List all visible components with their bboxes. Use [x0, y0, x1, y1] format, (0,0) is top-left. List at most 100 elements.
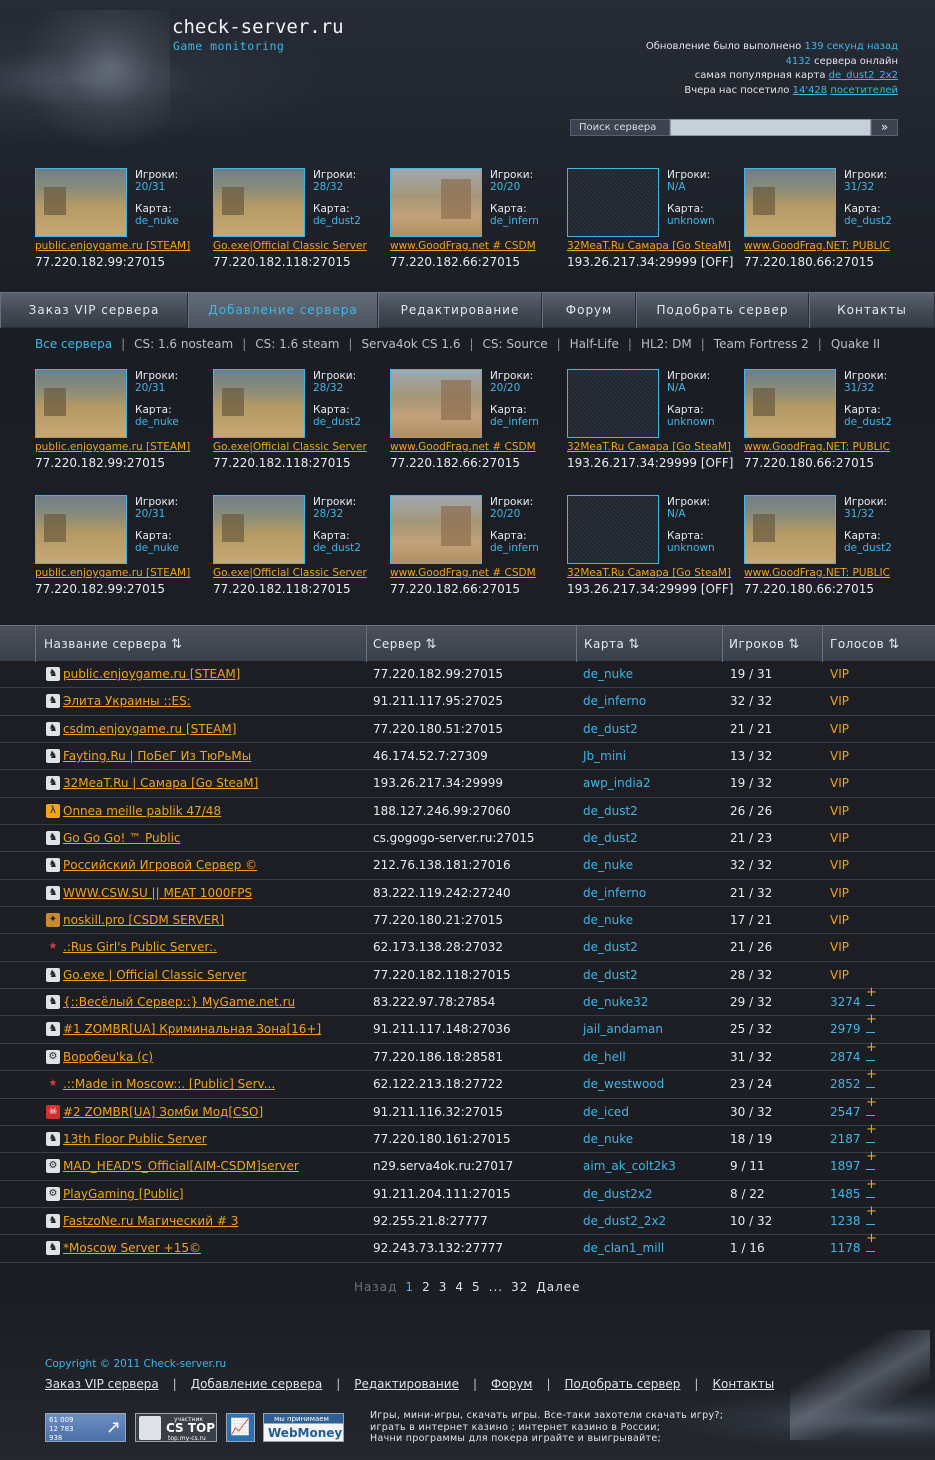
- category-link[interactable]: CS: 1.6 steam: [255, 337, 339, 351]
- table-row[interactable]: ★ .::Made in Moscow::. [Public] Serv... 62…: [0, 1068, 935, 1099]
- server-card[interactable]: Игроки: 31/32 Карта: de_dust2 www.GoodFrag.N…: [744, 168, 914, 280]
- server-name-link[interactable]: Go.exe | Official Classic Server: [63, 962, 246, 989]
- server-name-link[interactable]: Go.exe|Official Classic Server: [213, 240, 388, 252]
- map-thumbnail[interactable]: [744, 168, 836, 237]
- server-card[interactable]: Игроки: 20/20 Карта: de_infern www.GoodFrag.…: [390, 369, 560, 481]
- nav-item[interactable]: Контакты: [809, 293, 935, 328]
- server-card[interactable]: Игроки: 20/20 Карта: de_infern www.GoodFrag.…: [390, 168, 560, 280]
- table-row[interactable]: ♞ Элита Украины ::ES: 91.211.117.95:27025 d…: [0, 688, 935, 716]
- pager-page[interactable]: 2: [422, 1280, 431, 1294]
- footer-link[interactable]: Заказ VIP сервера: [45, 1377, 159, 1391]
- vote-plus-button[interactable]: +: [866, 1068, 877, 1088]
- category-link[interactable]: CS: Source: [483, 337, 548, 351]
- table-row[interactable]: λ Onnea meille pablik 47/48 188.127.246.99…: [0, 798, 935, 826]
- table-row[interactable]: ★ .:Rus Girl's Public Server:. 62.173.138.…: [0, 934, 935, 962]
- server-name-link[interactable]: Элита Украины ::ES:: [63, 688, 191, 715]
- table-row[interactable]: ♞ Fayting.Ru | ПоБеГ Из ТюРьМы 46.174.52.7…: [0, 743, 935, 771]
- vote-plus-button[interactable]: +: [866, 1205, 877, 1225]
- table-row[interactable]: ♞ WWW.CSW.SU || MEAT 1000FPS 83.222.119.24…: [0, 880, 935, 908]
- server-name-link[interactable]: #2 ZOMBR[UA] Зомби Мод[CSO]: [63, 1099, 263, 1126]
- server-name-link[interactable]: www.GoodFrag.net # CSDM: [390, 240, 565, 252]
- nav-item[interactable]: Редактирование: [378, 293, 542, 328]
- server-name-link[interactable]: csdm.enjoygame.ru [STEAM]: [63, 716, 236, 743]
- server-name-link[interactable]: #1 ZOMBR[UA] Криминальная Зона[16+]: [63, 1016, 321, 1043]
- table-row[interactable]: ☠ #2 ZOMBR[UA] Зомби Мод[CSO] 91.211.116.3…: [0, 1096, 935, 1126]
- table-row[interactable]: ♞ FastzoNe.ru Магический # 3 92.255.21.8:2…: [0, 1205, 935, 1236]
- pager-page[interactable]: 4: [455, 1280, 464, 1294]
- server-card[interactable]: Игроки: N/A Карта: unknown 32MeaT.Ru Самара …: [567, 369, 737, 481]
- map-thumbnail[interactable]: [35, 369, 127, 438]
- pager-page[interactable]: 1: [405, 1280, 414, 1294]
- stats-badge[interactable]: 📈: [226, 1413, 255, 1442]
- server-name-link[interactable]: Воробеu'ka (c): [63, 1044, 153, 1071]
- search-button[interactable]: »: [871, 119, 898, 136]
- col-name-header[interactable]: Название сервера ⇅: [35, 626, 366, 662]
- category-link[interactable]: Team Fortress 2: [714, 337, 809, 351]
- server-name-link[interactable]: Go.exe|Official Classic Server: [213, 441, 388, 453]
- map-thumbnail[interactable]: [567, 168, 659, 237]
- vote-plus-button[interactable]: +: [866, 1178, 877, 1198]
- server-card[interactable]: Игроки: 28/32 Карта: de_dust2 Go.exe|Officia…: [213, 495, 383, 607]
- table-row[interactable]: ♞ Go Go Go! ™ Public cs.gogogo-server.ru:2…: [0, 825, 935, 853]
- server-name-link[interactable]: www.GoodFrag.net # CSDM: [390, 567, 565, 579]
- table-row[interactable]: ♞ public.enjoygame.ru [STEAM] 77.220.182.9…: [0, 661, 935, 689]
- server-card[interactable]: Игроки: 20/31 Карта: de_nuke public.enjoygam…: [35, 495, 205, 607]
- server-card[interactable]: Игроки: 20/31 Карта: de_nuke public.enjoygam…: [35, 168, 205, 280]
- server-name-link[interactable]: 32MeaT.Ru Самара [Go SteaM]: [567, 567, 742, 579]
- server-name-link[interactable]: public.enjoygame.ru [STEAM]: [35, 567, 210, 579]
- stats-visitors-count[interactable]: 14'428: [793, 85, 828, 96]
- server-name-link[interactable]: Go Go Go! ™ Public: [63, 825, 181, 852]
- map-thumbnail[interactable]: [390, 168, 482, 237]
- category-link[interactable]: CS: 1.6 nosteam: [134, 337, 233, 351]
- server-card[interactable]: Игроки: N/A Карта: unknown 32MeaT.Ru Самара …: [567, 495, 737, 607]
- vote-plus-button[interactable]: +: [866, 1096, 877, 1116]
- server-name-link[interactable]: Fayting.Ru | ПоБеГ Из ТюРьМы: [63, 743, 251, 770]
- server-name-link[interactable]: *Moscow Server +15©: [63, 1235, 201, 1262]
- server-name-link[interactable]: FastzoNe.ru Магический # 3: [63, 1208, 238, 1235]
- table-row[interactable]: ✦ noskill.pro [CSDM SERVER] 77.220.180.21:…: [0, 907, 935, 935]
- map-thumbnail[interactable]: [744, 495, 836, 564]
- server-name-link[interactable]: www.GoodFrag.net # CSDM: [390, 441, 565, 453]
- table-row[interactable]: ♞ 32MeaT.Ru | Самара [Go SteaM] 193.26.217…: [0, 770, 935, 798]
- server-name-link[interactable]: public.enjoygame.ru [STEAM]: [63, 661, 240, 688]
- table-row[interactable]: ♞ *Moscow Server +15© 92.243.73.132:27777 d…: [0, 1232, 935, 1263]
- server-name-link[interactable]: WWW.CSW.SU || MEAT 1000FPS: [63, 880, 252, 907]
- category-link[interactable]: Half-Life: [570, 337, 619, 351]
- server-name-link[interactable]: www.GoodFrag.NET: PUBLIC: [744, 240, 919, 252]
- server-name-link[interactable]: 32MeaT.Ru Самара [Go SteaM]: [567, 441, 742, 453]
- map-thumbnail[interactable]: [213, 495, 305, 564]
- server-name-link[interactable]: Go.exe|Official Classic Server: [213, 567, 388, 579]
- server-card[interactable]: Игроки: N/A Карта: unknown 32MeaT.Ru Самара …: [567, 168, 737, 280]
- map-thumbnail[interactable]: [213, 369, 305, 438]
- server-name-link[interactable]: Onnea meille pablik 47/48: [63, 798, 221, 825]
- server-name-link[interactable]: PlayGaming [Public]: [63, 1181, 184, 1208]
- server-name-link[interactable]: 32MeaT.Ru | Самара [Go SteaM]: [63, 770, 258, 797]
- server-name-link[interactable]: 32MeaT.Ru Самара [Go SteaM]: [567, 240, 742, 252]
- category-link[interactable]: Serva4ok CS 1.6: [361, 337, 460, 351]
- table-row[interactable]: ♞ Российский Игровой Сервер © 212.76.138.1…: [0, 852, 935, 880]
- server-card[interactable]: Игроки: 28/32 Карта: de_dust2 Go.exe|Officia…: [213, 369, 383, 481]
- map-thumbnail[interactable]: [35, 495, 127, 564]
- site-logo[interactable]: check-server.ru: [172, 16, 344, 38]
- map-thumbnail[interactable]: [744, 369, 836, 438]
- table-row[interactable]: ♞ Go.exe | Official Classic Server 77.220.…: [0, 962, 935, 990]
- vote-plus-button[interactable]: +: [866, 1013, 877, 1033]
- category-link[interactable]: HL2: DM: [641, 337, 692, 351]
- vote-plus-button[interactable]: +: [866, 1232, 877, 1252]
- stats-popular-map-link[interactable]: de_dust2_2x2: [829, 70, 898, 81]
- server-name-link[interactable]: 13th Floor Public Server: [63, 1126, 207, 1153]
- nav-item[interactable]: Заказ VIP сервера: [0, 293, 188, 328]
- map-thumbnail[interactable]: [567, 495, 659, 564]
- server-card[interactable]: Игроки: 31/32 Карта: de_dust2 www.GoodFrag.N…: [744, 495, 914, 607]
- col-map-header[interactable]: Карта ⇅: [576, 626, 722, 662]
- server-name-link[interactable]: .:Rus Girl's Public Server:.: [63, 934, 217, 961]
- pager-page[interactable]: 5: [472, 1280, 481, 1294]
- server-name-link[interactable]: MAD_HEAD'S_Official[AIM-CSDM]server: [63, 1153, 299, 1180]
- pager-page[interactable]: 3: [439, 1280, 448, 1294]
- server-card[interactable]: Игроки: 20/31 Карта: de_nuke public.enjoygam…: [35, 369, 205, 481]
- cstop-badge[interactable]: участник CS TOP top.my-cs.ru: [135, 1413, 217, 1442]
- category-link[interactable]: Quake II: [831, 337, 880, 351]
- footer-link[interactable]: Форум: [491, 1377, 532, 1391]
- vote-plus-button[interactable]: +: [866, 1123, 877, 1143]
- vote-plus-button[interactable]: +: [866, 986, 877, 1006]
